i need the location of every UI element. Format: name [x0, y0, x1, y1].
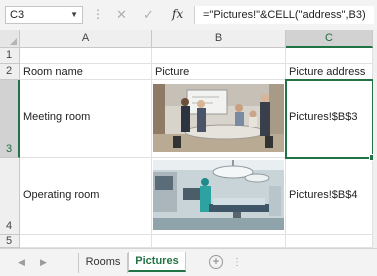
sheet-tab-rooms[interactable]: Rooms [78, 253, 128, 273]
active-cell-border [285, 79, 374, 159]
row-header-3[interactable]: 3 [0, 80, 20, 158]
add-sheet-icon[interactable]: + [209, 255, 223, 269]
formula-text: ="Pictures!"&CELL("address",B3) [203, 9, 366, 21]
meeting-room-photo[interactable] [153, 84, 284, 152]
cell-c4-text: Pictures!$B$4 [289, 189, 358, 201]
column-header-b[interactable]: B [152, 30, 286, 48]
cell-c4[interactable]: Pictures!$B$4 [286, 158, 373, 235]
formula-input[interactable]: ="Pictures!"&CELL("address",B3) [194, 6, 374, 24]
select-all-button[interactable] [0, 30, 20, 48]
name-box-value: C3 [10, 9, 25, 21]
cell-c5[interactable] [286, 235, 373, 248]
row-header-5[interactable]: 5 [0, 235, 20, 248]
chevron-down-icon[interactable]: ▼ [70, 10, 78, 19]
cell-a1[interactable] [20, 48, 152, 64]
row-header-4[interactable]: 4 [0, 158, 20, 235]
cell-c2[interactable]: Picture address [286, 64, 373, 80]
formula-bar: C3 ▼ ⋮ ✕ ✓ fx ="Pictures!"&CELL("address… [0, 0, 377, 30]
cell-a5[interactable] [20, 235, 152, 248]
row-header-2[interactable]: 2 [0, 64, 20, 80]
cell-b2-text: Picture [155, 66, 190, 78]
tab-split-grip-icon[interactable]: ⋮ [232, 257, 242, 268]
column-header-c[interactable]: C [286, 30, 373, 48]
row-header-1[interactable]: 1 [0, 48, 20, 64]
cell-b1[interactable] [152, 48, 286, 64]
cell-a2[interactable]: Room name [20, 64, 152, 80]
operating-room-photo[interactable] [153, 160, 284, 230]
sheet-tab-bar: ◀ ▶ Rooms Pictures + ⋮ [0, 248, 377, 276]
cell-c2-text: Picture address [289, 66, 366, 78]
insert-function-icon[interactable]: fx [172, 7, 183, 21]
cell-b2[interactable]: Picture [152, 64, 286, 80]
vertical-scrollbar[interactable] [373, 30, 377, 248]
previous-sheet-icon[interactable]: ◀ [18, 257, 25, 268]
next-sheet-icon[interactable]: ▶ [40, 257, 47, 268]
cancel-icon[interactable]: ✕ [116, 7, 127, 23]
name-box[interactable]: C3 ▼ [5, 6, 83, 24]
worksheet-grid: A B C 1 2 3 4 5 Room name Picture Pictur… [0, 30, 377, 248]
formula-bar-grip-icon[interactable]: ⋮ [92, 8, 104, 20]
cell-b5[interactable] [152, 235, 286, 248]
cell-a4-text: Operating room [23, 189, 100, 201]
cell-a4[interactable]: Operating room [20, 158, 152, 235]
cell-c1[interactable] [286, 48, 373, 64]
cell-a2-text: Room name [23, 66, 83, 78]
enter-icon[interactable]: ✓ [143, 7, 154, 23]
column-header-a[interactable]: A [20, 30, 152, 48]
cell-a3-text: Meeting room [23, 111, 91, 123]
cell-a3[interactable]: Meeting room [20, 80, 152, 158]
sheet-tab-pictures[interactable]: Pictures [128, 252, 186, 272]
